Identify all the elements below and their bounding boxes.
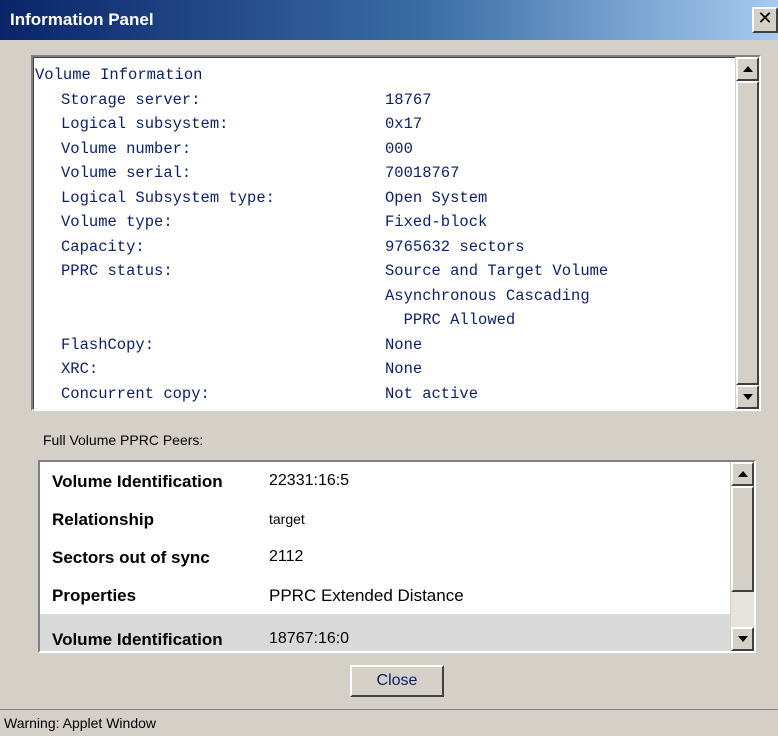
field-label: Concurrent copy: (61, 384, 210, 403)
peers-scrollbar[interactable] (730, 462, 754, 651)
field-value: 70018767 (385, 164, 460, 182)
field-label: XRC: (61, 360, 99, 378)
chevron-down-icon (743, 394, 753, 400)
field-label: FlashCopy: (61, 335, 155, 354)
field-value: PPRC Allowed (385, 311, 516, 329)
row-value: 22331:16:5 (269, 472, 350, 489)
field-value: Asynchronous Cascading (385, 286, 590, 305)
scroll-thumb[interactable] (731, 486, 754, 592)
close-button[interactable]: Close (350, 665, 444, 697)
field-label: Capacity: (61, 237, 145, 256)
close-icon: ✕ (757, 8, 773, 29)
scroll-thumb[interactable] (736, 81, 759, 385)
row-key: Sectors out of sync (52, 548, 210, 567)
field-value: Open System (385, 188, 488, 207)
information-panel-window: Information Panel ✕ Volume Information S… (0, 0, 778, 736)
field-value: 18767 (385, 90, 432, 109)
chevron-down-icon (738, 636, 748, 642)
peers-table[interactable]: Volume Identification 22331:16:5 Relatio… (38, 460, 756, 653)
row-key: Volume Identification (52, 630, 223, 649)
window-close-button[interactable]: ✕ (752, 7, 778, 33)
scroll-down-button[interactable] (731, 627, 754, 651)
field-label: Logical Subsystem type: (61, 188, 275, 207)
peers-section-label: Full Volume PPRC Peers: (43, 432, 204, 448)
chevron-up-icon (738, 471, 748, 477)
table-row[interactable]: Sectors out of sync 2112 (40, 538, 730, 576)
field-value: 9765632 sectors (385, 237, 525, 256)
field-value: None (385, 335, 423, 354)
volume-info-content: Volume Information Storage server: 18767 … (35, 63, 735, 406)
info-scrollbar[interactable] (735, 57, 759, 409)
table-row[interactable]: Volume Identification 22331:16:5 (40, 462, 730, 500)
row-key: Relationship (52, 510, 155, 529)
field-label: Storage server: (61, 90, 201, 109)
field-value: 000 (385, 139, 413, 158)
title-bar[interactable]: Information Panel ✕ (0, 0, 778, 40)
chevron-up-icon (743, 66, 753, 72)
status-bar: Warning: Applet Window (0, 709, 778, 736)
scroll-down-button[interactable] (736, 385, 759, 409)
row-key: Properties (52, 586, 137, 605)
peer-group[interactable]: Volume Identification 22331:16:5 Relatio… (40, 462, 730, 614)
table-row[interactable]: Volume Identification 18767:16:0 (40, 620, 730, 651)
field-label: Volume number: (61, 139, 192, 158)
table-row[interactable]: Properties PPRC Extended Distance (40, 576, 730, 614)
row-value: 2112 (269, 548, 304, 565)
field-label: PPRC status: (61, 262, 173, 280)
row-key: Volume Identification (52, 472, 223, 491)
peer-group-selected[interactable]: Volume Identification 18767:16:0 (40, 614, 730, 651)
scroll-up-button[interactable] (736, 57, 759, 81)
field-value: Source and Target Volume (385, 262, 609, 280)
field-value: Fixed-block (385, 213, 488, 231)
field-label: Logical subsystem: (61, 115, 229, 133)
field-label: Volume serial: (61, 164, 192, 182)
volume-info-heading: Volume Information (35, 66, 203, 84)
scroll-up-button[interactable] (731, 462, 754, 486)
field-value: 0x17 (385, 115, 423, 133)
row-value: PPRC Extended Distance (269, 586, 464, 605)
table-row[interactable]: Relationship target (40, 500, 730, 538)
row-value: 18767:16:0 (269, 630, 350, 647)
window-title: Information Panel (10, 10, 154, 29)
field-label: Volume type: (61, 213, 173, 231)
field-value: None (385, 360, 423, 378)
field-value: Not active (385, 384, 479, 403)
row-value: target (269, 511, 305, 527)
status-text: Warning: Applet Window (4, 715, 156, 731)
volume-info-textarea[interactable]: Volume Information Storage server: 18767 … (31, 55, 761, 411)
